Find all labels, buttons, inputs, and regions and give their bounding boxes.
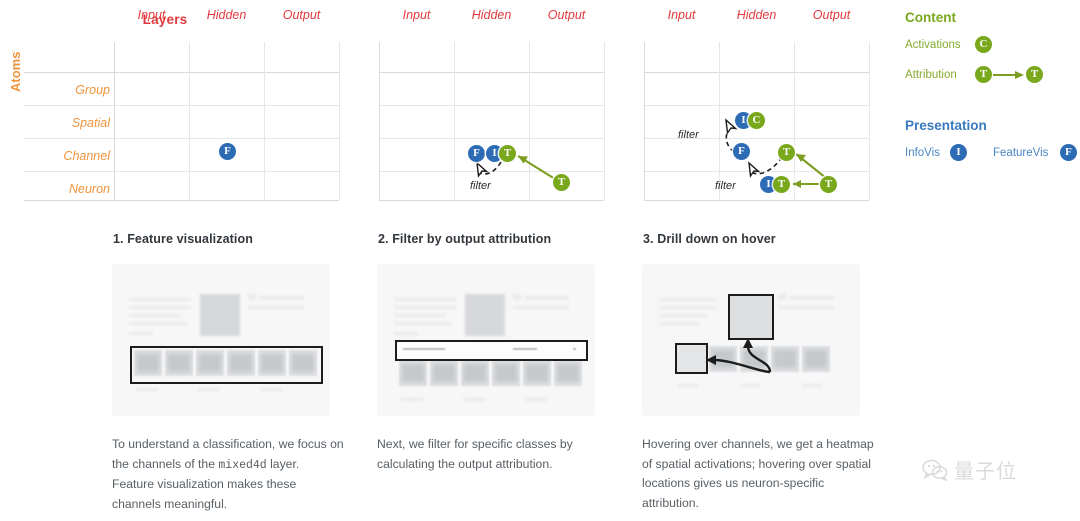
badge-featurevis: F [1060,144,1077,161]
step-1-caption: To understand a classification, we focus… [112,435,344,514]
filter-label: filter [470,180,491,192]
legend-label-attribution: Attribution [905,69,957,81]
legend-presentation-heading: Presentation [905,118,987,133]
caption-text-a: Next, we filter for specific classes by … [377,437,573,471]
caption-text-a: Hovering over channels, we get a heatmap… [642,437,874,510]
legend-label-infovis: InfoVis [905,147,940,159]
column-header-hidden: Hidden [206,8,247,22]
step-3-caption: Hovering over channels, we get a heatmap… [642,435,874,513]
filter-label-lower: filter [715,180,736,192]
figure-root: Layers Atoms Input Hidden Output Group S… [0,0,1080,521]
badge-activations: C [975,36,992,53]
caption-mono-token: mixed4d [218,458,267,472]
step-1: 1. Feature visualization To understand a… [112,232,362,514]
step-3-arrows [706,338,772,374]
legend-label-activations: Activations [905,39,961,51]
badge-attribution-source[interactable]: T [820,176,837,193]
step-2-caption: Next, we filter for specific classes by … [377,435,609,474]
legend-label-featurevis: FeatureVis [993,147,1049,159]
highlight-channel-strip [130,346,323,384]
watermark-text: 量子位 [954,459,1017,483]
step-3-mockup [642,264,860,416]
badge-featurevis[interactable]: F [468,145,485,162]
badge-attribution-from: T [975,66,992,83]
badge-attribution-neuron[interactable]: T [773,176,790,193]
badge-infovis: I [950,144,967,161]
step-3: 3. Drill down on hover Hovering over cha… [642,232,892,513]
badge-featurevis[interactable]: F [219,143,236,160]
legend-arrow-icon [993,71,1024,79]
legend-item-attribution: Attribution T T [905,62,1080,88]
badge-attribution-to: T [1026,66,1043,83]
legend-item-activations: Activations C [905,36,1080,62]
filter-label-upper: filter [678,129,699,141]
column-header-input: Input [137,8,166,22]
badge-attribution-channel-output[interactable]: T [778,144,795,161]
step-1-mockup [112,264,330,416]
legend-content-heading: Content [905,10,956,25]
matrix-3: Input Hidden Output I C F T I T T filter… [530,0,880,210]
highlight-filter-bar [395,340,588,361]
step-2-mockup [377,264,595,416]
badge-activations-spatial[interactable]: C [748,112,765,129]
wechat-icon [922,459,948,481]
legend-item-infovis: InfoVis I FeatureVis F [905,144,1080,170]
badge-featurevis-channel[interactable]: F [733,143,750,160]
watermark: 量子位 [922,455,1017,484]
legend: Content Activations C Attribution T T Pr… [905,10,1080,170]
step-3-heading: 3. Drill down on hover [643,232,776,246]
step-2: 2. Filter by output attribution Next, we… [377,232,627,474]
step-2-heading: 2. Filter by output attribution [378,232,552,246]
badge-attribution[interactable]: T [499,145,516,162]
step-1-heading: 1. Feature visualization [113,232,253,246]
